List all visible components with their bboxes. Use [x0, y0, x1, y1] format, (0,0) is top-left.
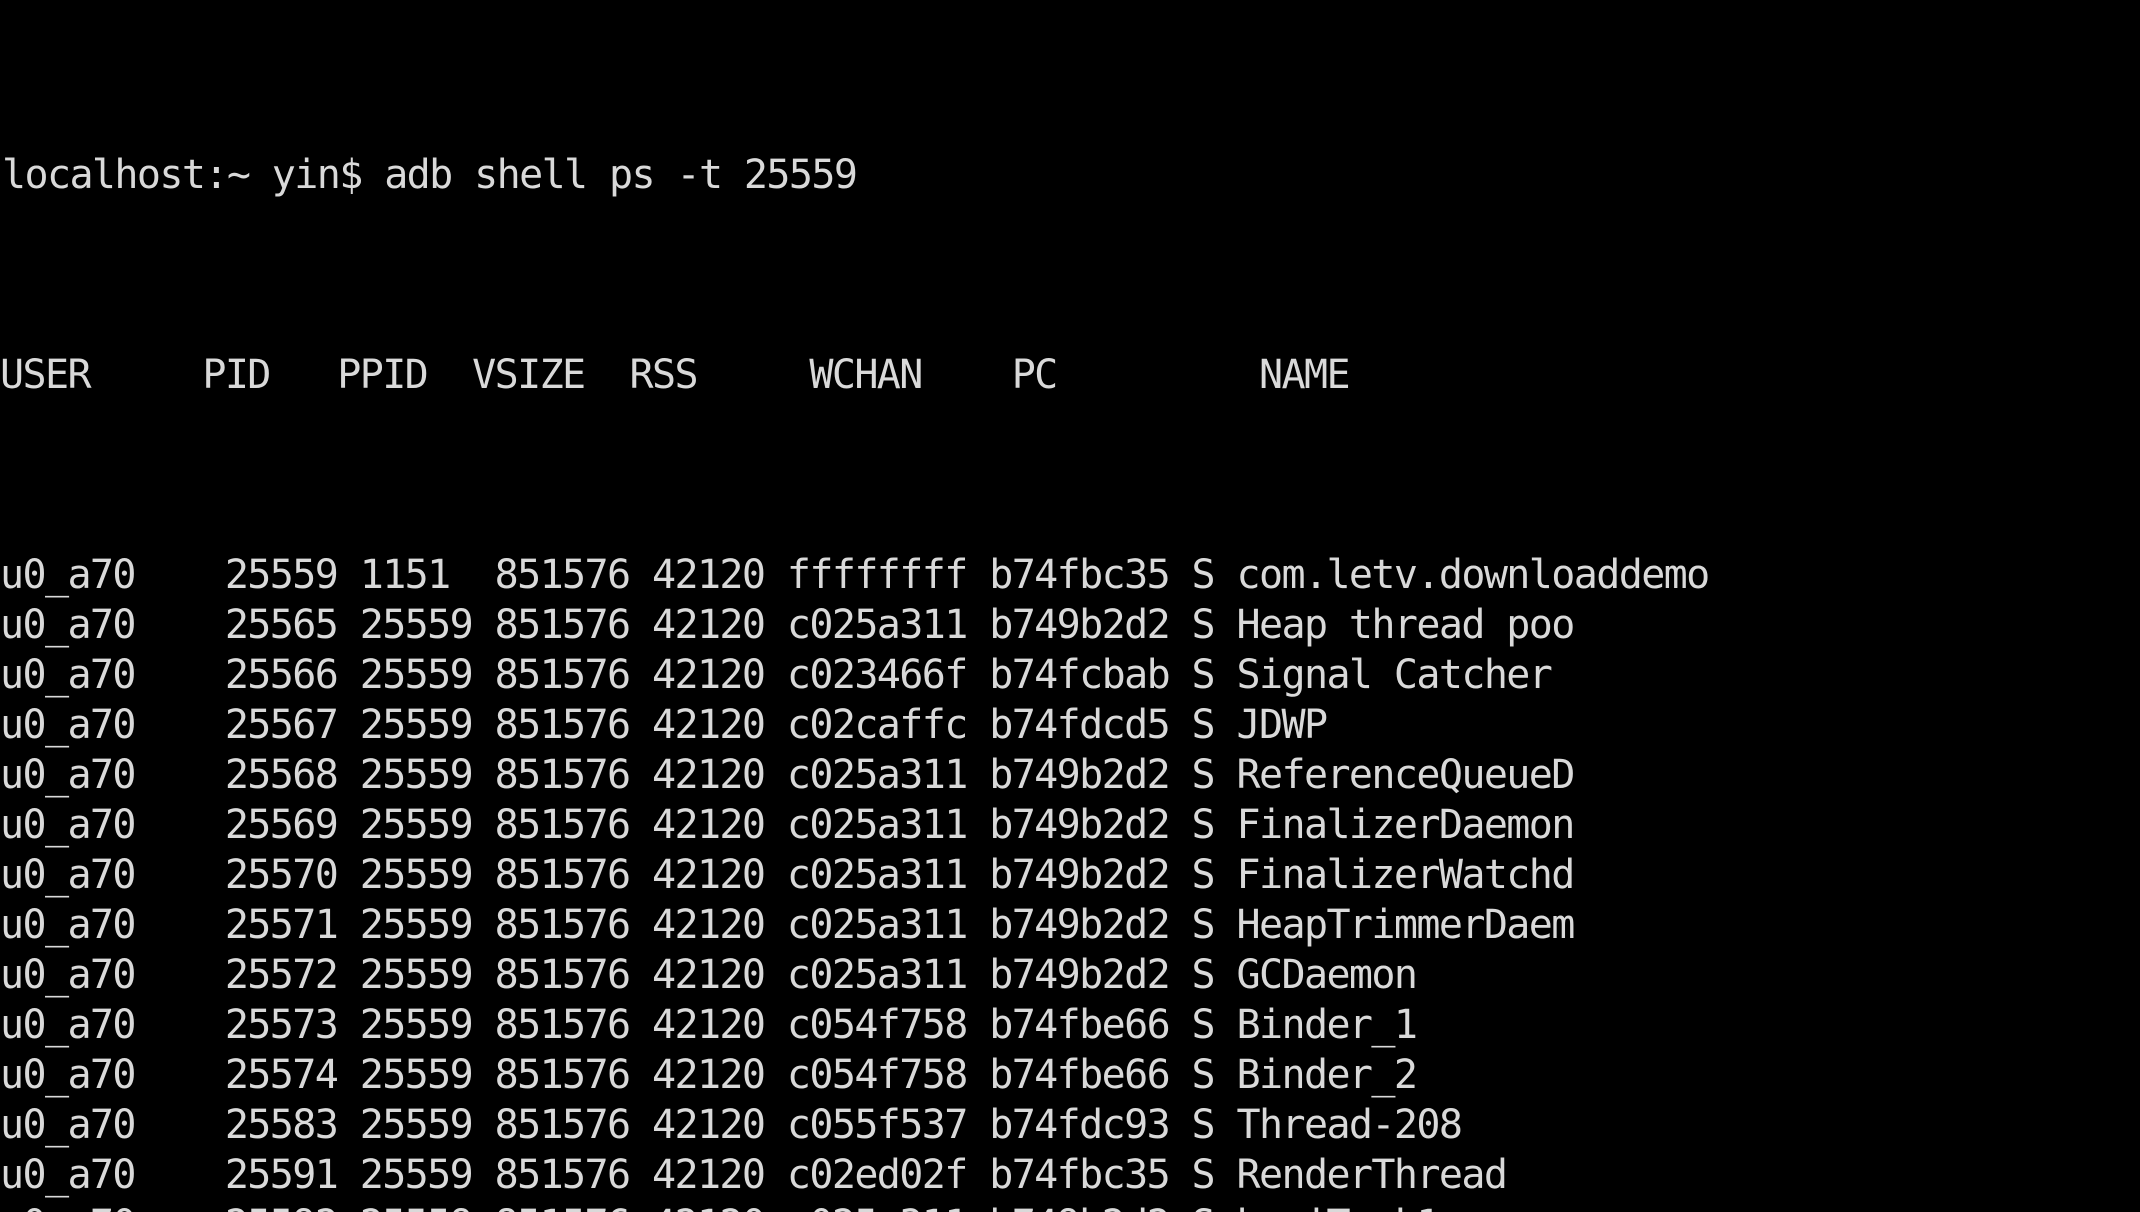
ps-table-row: u0_a70 25566 25559 851576 42120 c023466f… — [0, 652, 1553, 698]
ps-table-row: u0_a70 25571 25559 851576 42120 c025a311… — [0, 902, 1575, 948]
ps-table-row: u0_a70 25573 25559 851576 42120 c054f758… — [0, 1002, 1418, 1048]
ps-table-row: u0_a70 25565 25559 851576 42120 c025a311… — [0, 602, 1575, 648]
ps-table-row: u0_a70 25583 25559 851576 42120 c055f537… — [0, 1102, 1463, 1148]
ps-table-row: u0_a70 25568 25559 851576 42120 c025a311… — [0, 752, 1575, 798]
ps-table-row: u0_a70 25592 25559 851576 42120 c025a311… — [0, 1200, 2140, 1212]
ps-table-row: u0_a70 25570 25559 851576 42120 c025a311… — [0, 852, 1575, 898]
ps-table-row: u0_a70 25569 25559 851576 42120 c025a311… — [0, 802, 1575, 848]
ps-table-row: u0_a70 25574 25559 851576 42120 c054f758… — [0, 1052, 1418, 1098]
ps-table-row: u0_a70 25572 25559 851576 42120 c025a311… — [0, 952, 1418, 998]
ps-table-header: USER PID PPID VSIZE RSS WCHAN PC NAME — [0, 352, 1351, 398]
ps-table-body: u0_a70 25559 1151 851576 42120 ffffffff … — [0, 550, 2140, 1212]
shell-prompt-line: localhost:~ yin$ adb shell ps -t 25559 — [2, 152, 858, 198]
ps-table-row: u0_a70 25591 25559 851576 42120 c02ed02f… — [0, 1152, 1508, 1198]
terminal-window[interactable]: localhost:~ yin$ adb shell ps -t 25559 U… — [0, 0, 2140, 1212]
ps-table-row: u0_a70 25559 1151 851576 42120 ffffffff … — [0, 552, 1710, 598]
ps-table-row: u0_a70 25567 25559 851576 42120 c02caffc… — [0, 702, 1328, 748]
